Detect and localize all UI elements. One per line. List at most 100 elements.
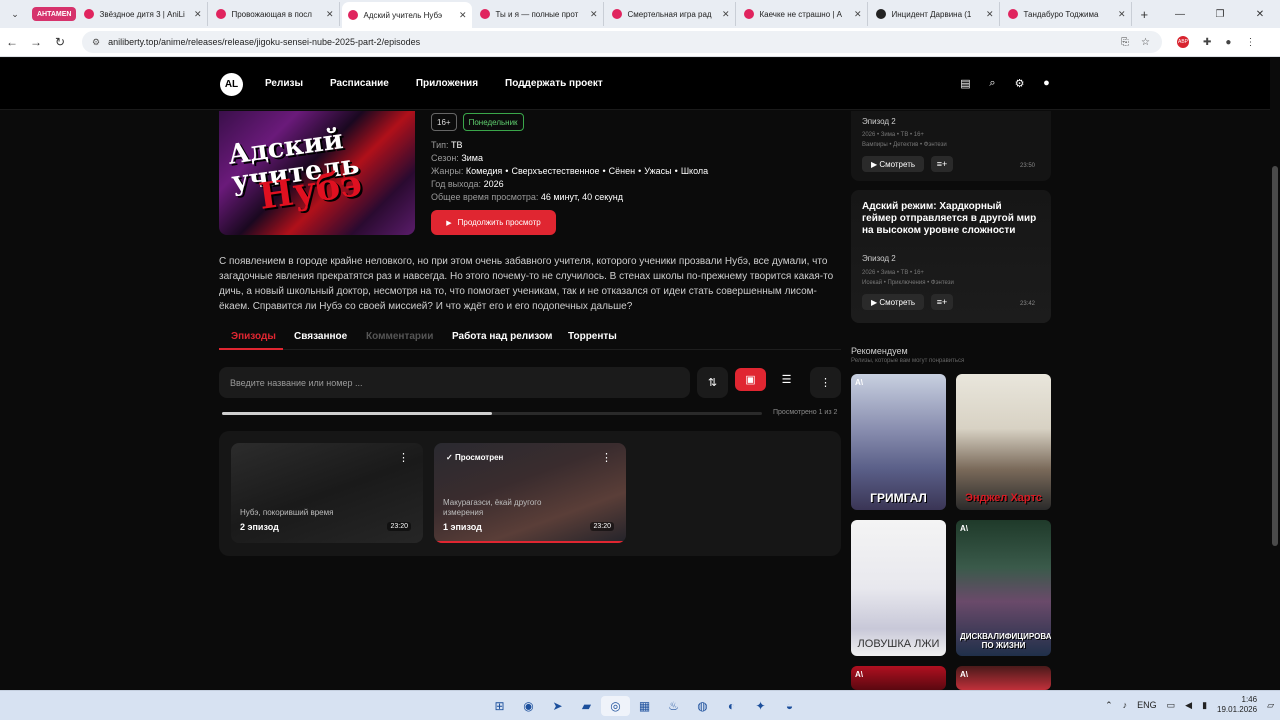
browser-tab[interactable]: Ты и я — полные прот ✕ [474,2,605,26]
forward-icon[interactable]: → [24,35,48,49]
bookmark-star-icon[interactable]: ☆ [1141,37,1150,48]
extensions-area: ABP ✚ ● ⋮ [1170,36,1262,48]
close-icon[interactable]: ✕ [854,9,862,20]
battery-icon[interactable]: ▮ [1202,700,1207,711]
watch-button[interactable]: ▶ Смотреть [862,156,924,172]
tab-release-work[interactable]: Работа над релизом [452,331,552,342]
schedule-card[interactable]: Адский режим: Хардкорный геймер отправля… [851,190,1051,323]
browser-tab[interactable]: Смертельная игра рад ✕ [606,2,737,26]
episode-search-input[interactable] [230,377,690,388]
browser-tab[interactable]: Каечке не страшно | А ✕ [738,2,869,26]
obs-icon[interactable]: ◍ [688,696,717,716]
episode-card[interactable]: ⋮ Нубэ, покоривший время 2 эпизод 23:20 [231,443,423,543]
genre-link[interactable]: Сверхъестественное [511,166,599,176]
close-window-icon[interactable]: ✕ [1240,9,1280,20]
telegram-icon[interactable]: ➤ [543,696,572,716]
install-app-icon[interactable]: ⎘ [1121,37,1129,48]
file-explorer-icon[interactable]: ▰ [572,696,601,716]
recommendation-card[interactable]: A\ ДИСКВАЛИФИЦИРОВАН ПО ЖИЗНИ [956,520,1051,656]
tab-search-icon[interactable]: ⌄ [4,5,26,23]
clock[interactable]: 1:46 19.01.2026 [1217,695,1257,715]
minimize-icon[interactable]: — [1160,9,1200,20]
continue-watching-button[interactable]: ▶ Продолжить просмотр [431,210,556,235]
schedule-card[interactable]: Эпизод 2 2026 • Зима • ТВ • 16+ Вампиры … [851,111,1051,181]
close-icon[interactable]: ✕ [590,9,598,20]
kebab-icon[interactable]: ⋮ [601,451,612,464]
microphone-icon[interactable]: ♪ [1123,700,1128,710]
kebab-icon[interactable]: ⋮ [398,451,409,464]
tab-torrents[interactable]: Торренты [568,331,617,342]
close-icon[interactable]: ✕ [722,9,730,20]
nav-apps[interactable]: Приложения [416,78,478,89]
spotify-icon[interactable]: ◐ [717,696,746,716]
recommendation-card[interactable]: A\ [956,666,1051,690]
recommendation-card[interactable]: ЛОВУШКА ЛЖИ [851,520,946,656]
tab-episodes[interactable]: Эпизоды [231,331,276,342]
sort-button[interactable]: ⇅ [697,367,728,398]
browser-tab-strip: ⌄ AHTAMEN Звёздное дитя 3 | AniLi ✕ Пров… [0,0,1280,28]
watch-button[interactable]: ▶ Смотреть [862,294,924,310]
add-to-list-button[interactable]: ≡+ [931,294,953,310]
list-view-button[interactable]: ☰ [771,368,802,391]
tab-comments[interactable]: Комментарии [366,331,433,342]
address-bar[interactable]: ⚙ aniliberty.top/anime/releases/release/… [82,31,1162,53]
volume-icon[interactable]: ◀ [1185,700,1192,711]
site-info-icon[interactable]: ⚙ [92,37,100,48]
tray-expand-icon[interactable]: ⌃ [1105,700,1113,711]
genre-link[interactable]: Комедия [466,166,502,176]
recommendation-card[interactable]: A\ ГРИМГАЛ [851,374,946,510]
nav-releases[interactable]: Релизы [265,78,303,89]
app-icon[interactable]: ✦ [746,696,775,716]
browser-menu-icon[interactable]: ⋮ [1245,37,1255,48]
search-icon[interactable]: ⌕ [979,77,1006,90]
calendar-app-icon[interactable]: ▦ [630,696,659,716]
maximize-icon[interactable]: ❐ [1200,9,1240,20]
language-indicator[interactable]: ENG [1137,700,1157,710]
extensions-icon[interactable]: ✚ [1203,37,1211,48]
profile-icon[interactable]: ● [1225,37,1231,48]
back-icon[interactable]: ← [0,35,24,49]
browser-tab-active[interactable]: Адский учитель Нубэ ✕ [342,2,473,28]
tab-group-chip[interactable]: AHTAMEN [32,7,77,21]
meta-type-value: ТВ [451,140,463,150]
close-icon[interactable]: ✕ [326,9,334,20]
browser-tab[interactable]: Тандабуро Тоджима ✕ [1002,2,1133,26]
browser-tab[interactable]: Провожающая в посл ✕ [210,2,341,26]
adblock-extension-icon[interactable]: ABP [1177,36,1189,48]
add-to-list-button[interactable]: ≡+ [931,156,953,172]
close-icon[interactable]: ✕ [459,10,467,21]
gear-icon[interactable]: ⚙ [1006,77,1033,90]
episode-card[interactable]: ✓ Просмотрен ⋮ Макурагаэси, ёкай другого… [434,443,626,543]
site-logo[interactable]: AL [220,73,243,96]
genre-link[interactable]: Сёнен [609,166,635,176]
genre-link[interactable]: Школа [681,166,708,176]
browser-tab[interactable]: Инцидент Дарвина (1 ✕ [870,2,1001,26]
genre-link[interactable]: Ужасы [644,166,671,176]
app-icon[interactable]: ◒ [775,696,804,716]
nav-schedule[interactable]: Расписание [330,78,389,89]
grid-view-button[interactable]: ▣ [735,368,766,391]
network-icon[interactable]: ▭ [1167,700,1176,711]
browser-tab[interactable]: Звёздное дитя 3 | AniLi ✕ [78,2,209,26]
close-icon[interactable]: ✕ [1118,9,1126,20]
windows-start-icon[interactable]: ⊞ [485,696,514,716]
collection-icon[interactable]: ▤ [952,77,979,90]
user-icon[interactable]: ● [1033,77,1060,90]
notifications-icon[interactable]: ▱ [1267,700,1274,711]
recommendation-card[interactable]: A\ [851,666,946,690]
chrome-icon[interactable]: ◎ [601,696,630,716]
discord-icon[interactable]: ◉ [514,696,543,716]
tab-related[interactable]: Связанное [294,331,347,342]
watched-badge: ✓ Просмотрен [446,453,503,462]
close-icon[interactable]: ✕ [194,9,202,20]
page-scrollbar[interactable] [1270,58,1280,690]
more-options-button[interactable]: ⋮ [810,367,841,398]
scrollbar-thumb[interactable] [1272,166,1278,546]
nav-support[interactable]: Поддержать проект [505,78,603,89]
steam-icon[interactable]: ♨ [659,696,688,716]
reload-icon[interactable]: ↻ [48,35,72,49]
new-tab-icon[interactable]: + [1140,7,1148,22]
close-icon[interactable]: ✕ [986,9,994,20]
recommendation-card[interactable]: Энджел Хартс [956,374,1051,510]
episode-search-field[interactable] [219,367,690,398]
